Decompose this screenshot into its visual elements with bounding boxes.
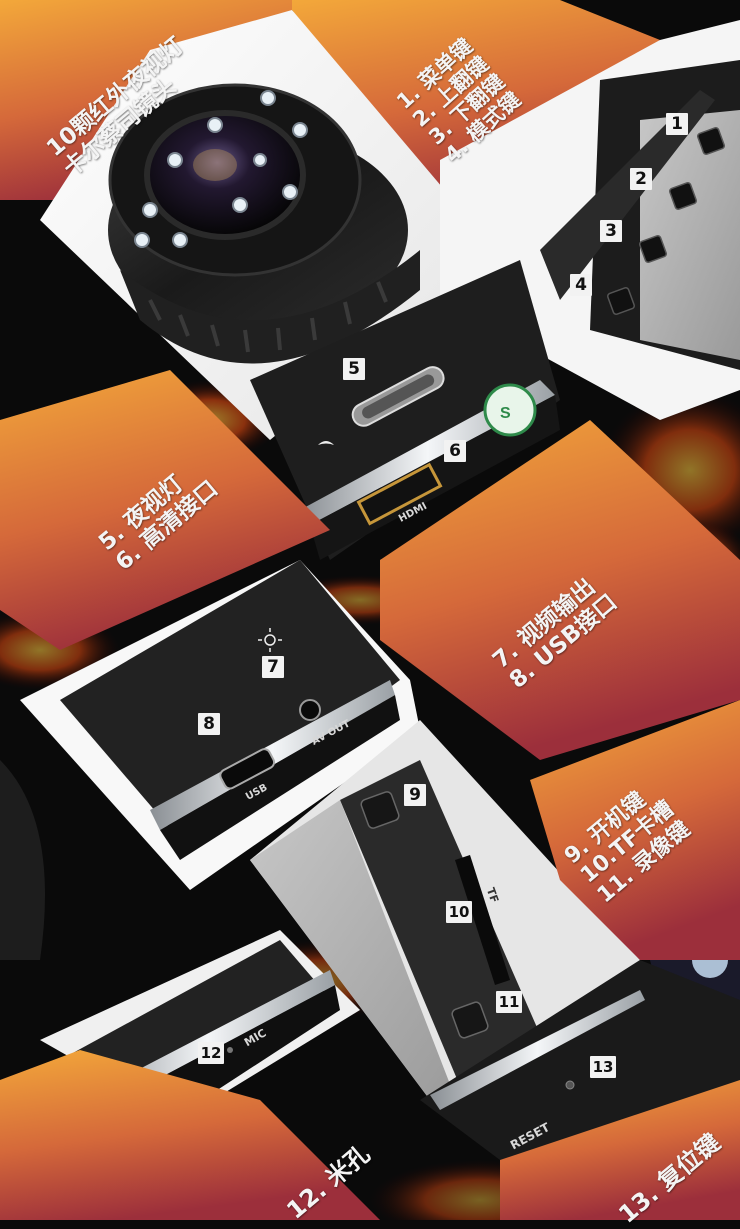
svg-text:S: S [500, 405, 511, 422]
marker-2: 2 [630, 168, 652, 190]
marker-5: 5 [343, 358, 365, 380]
marker-4: 4 [570, 274, 592, 296]
marker-10: 10 [446, 901, 472, 923]
marker-3: 3 [600, 220, 622, 242]
marker-6: 6 [444, 440, 466, 462]
marker-8: 8 [198, 713, 220, 735]
marker-13: 13 [590, 1056, 616, 1078]
background-art: S [0, 0, 740, 1220]
marker-9: 9 [404, 784, 426, 806]
marker-12: 12 [198, 1042, 224, 1064]
marker-1: 1 [666, 113, 688, 135]
marker-11: 11 [496, 991, 522, 1013]
marker-7: 7 [262, 656, 284, 678]
